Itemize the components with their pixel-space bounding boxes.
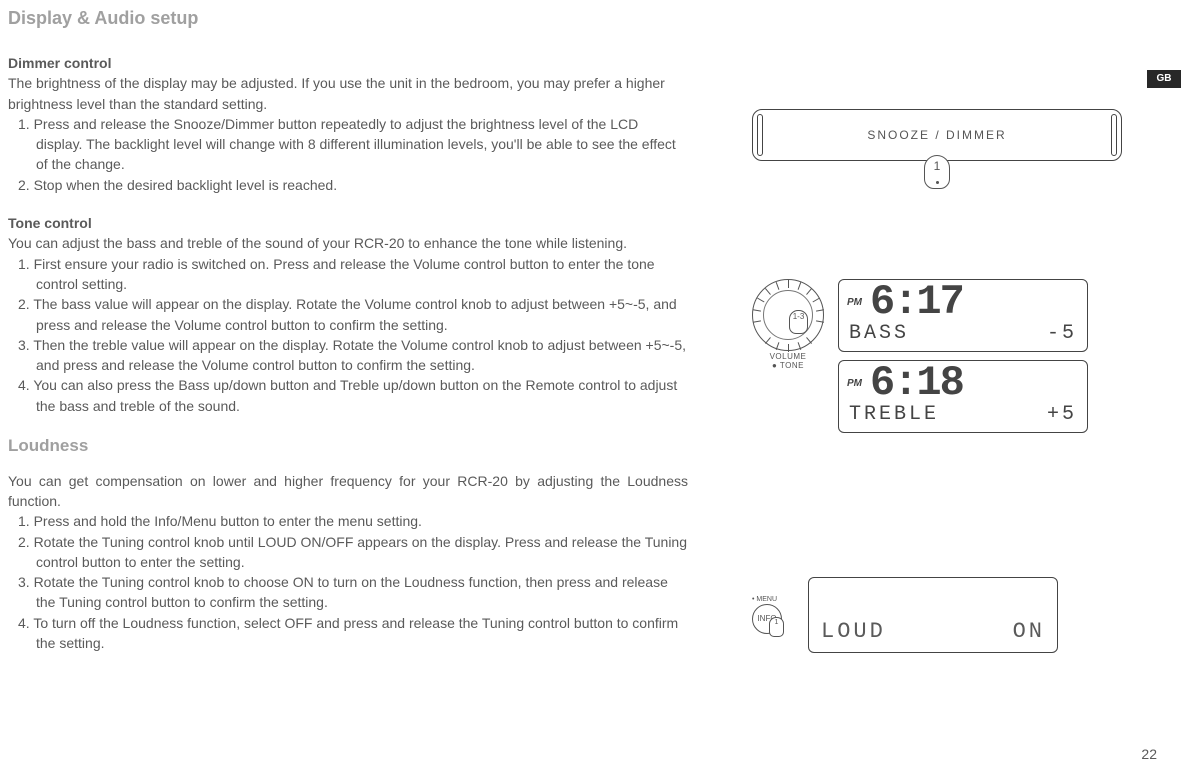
pm-indicator: PM	[847, 297, 862, 308]
loudness-step-1: 1. Press and hold the Info/Menu button t…	[8, 511, 688, 531]
lcd-treble-value: +5	[1047, 403, 1077, 426]
menu-label: • MENU	[752, 596, 790, 603]
press-callout-loud: 1	[769, 617, 784, 637]
info-menu-button-icon: • MENU INFO 1	[752, 596, 790, 635]
lcd-bass-label: BASS	[849, 322, 909, 345]
snooze-dimmer-illustration: SNOOZE / DIMMER 1	[752, 109, 1122, 189]
lcd-loud-label: LOUD	[821, 619, 886, 644]
loudness-step-2: 2. Rotate the Tuning control knob until …	[8, 532, 688, 573]
dimmer-heading: Dimmer control	[8, 53, 688, 73]
pm-indicator: PM	[847, 378, 862, 389]
tone-heading: Tone control	[8, 213, 688, 233]
press-callout-1-3: 1-3	[789, 310, 808, 334]
lcd-loud-display: LOUD ON	[808, 577, 1058, 653]
lcd-bass-display: PM 6:17 BASS -5	[838, 279, 1088, 352]
loudness-illustration: • MENU INFO 1 LOUD ON	[752, 577, 1122, 653]
dimmer-intro: The brightness of the display may be adj…	[8, 73, 688, 114]
tone-intro: You can adjust the bass and treble of th…	[8, 233, 688, 253]
lcd-treble-display: PM 6:18 TREBLE +5	[838, 360, 1088, 433]
clock-time-1: 6:17	[870, 284, 963, 322]
loudness-intro: You can get compensation on lower and hi…	[8, 471, 688, 512]
snooze-dimmer-label: SNOOZE / DIMMER	[867, 128, 1006, 142]
lcd-bass-value: -5	[1047, 322, 1077, 345]
tone-control-illustration: 1-3 VOLUME ● TONE PM 6:17 BASS -5	[752, 279, 1122, 441]
snooze-dimmer-button-icon: SNOOZE / DIMMER	[752, 109, 1122, 161]
tone-step-1: 1. First ensure your radio is switched o…	[8, 254, 688, 295]
loudness-step-3: 3. Rotate the Tuning control knob to cho…	[8, 572, 688, 613]
tone-step-2: 2. The bass value will appear on the dis…	[8, 294, 688, 335]
text-column: Dimmer control The brightness of the dis…	[8, 47, 688, 653]
tone-step-3: 3. Then the treble value will appear on …	[8, 335, 688, 376]
lcd-treble-label: TREBLE	[849, 403, 939, 426]
volume-dial-icon: 1-3 VOLUME ● TONE	[752, 279, 824, 371]
lcd-loud-value: ON	[1013, 619, 1045, 644]
page-number: 22	[1141, 746, 1157, 762]
illustration-column: SNOOZE / DIMMER 1	[712, 47, 1157, 653]
tone-step-4: 4. You can also press the Bass up/down b…	[8, 375, 688, 416]
dimmer-step-1: 1. Press and release the Snooze/Dimmer b…	[8, 114, 688, 175]
page-title: Display & Audio setup	[8, 8, 1157, 29]
loudness-heading: Loudness	[8, 434, 688, 459]
tone-label: ● TONE	[752, 362, 824, 371]
clock-time-2: 6:18	[870, 365, 963, 403]
loudness-step-4: 4. To turn off the Loudness function, se…	[8, 613, 688, 654]
dimmer-step-2: 2. Stop when the desired backlight level…	[8, 175, 688, 195]
press-callout-1: 1	[924, 155, 950, 189]
